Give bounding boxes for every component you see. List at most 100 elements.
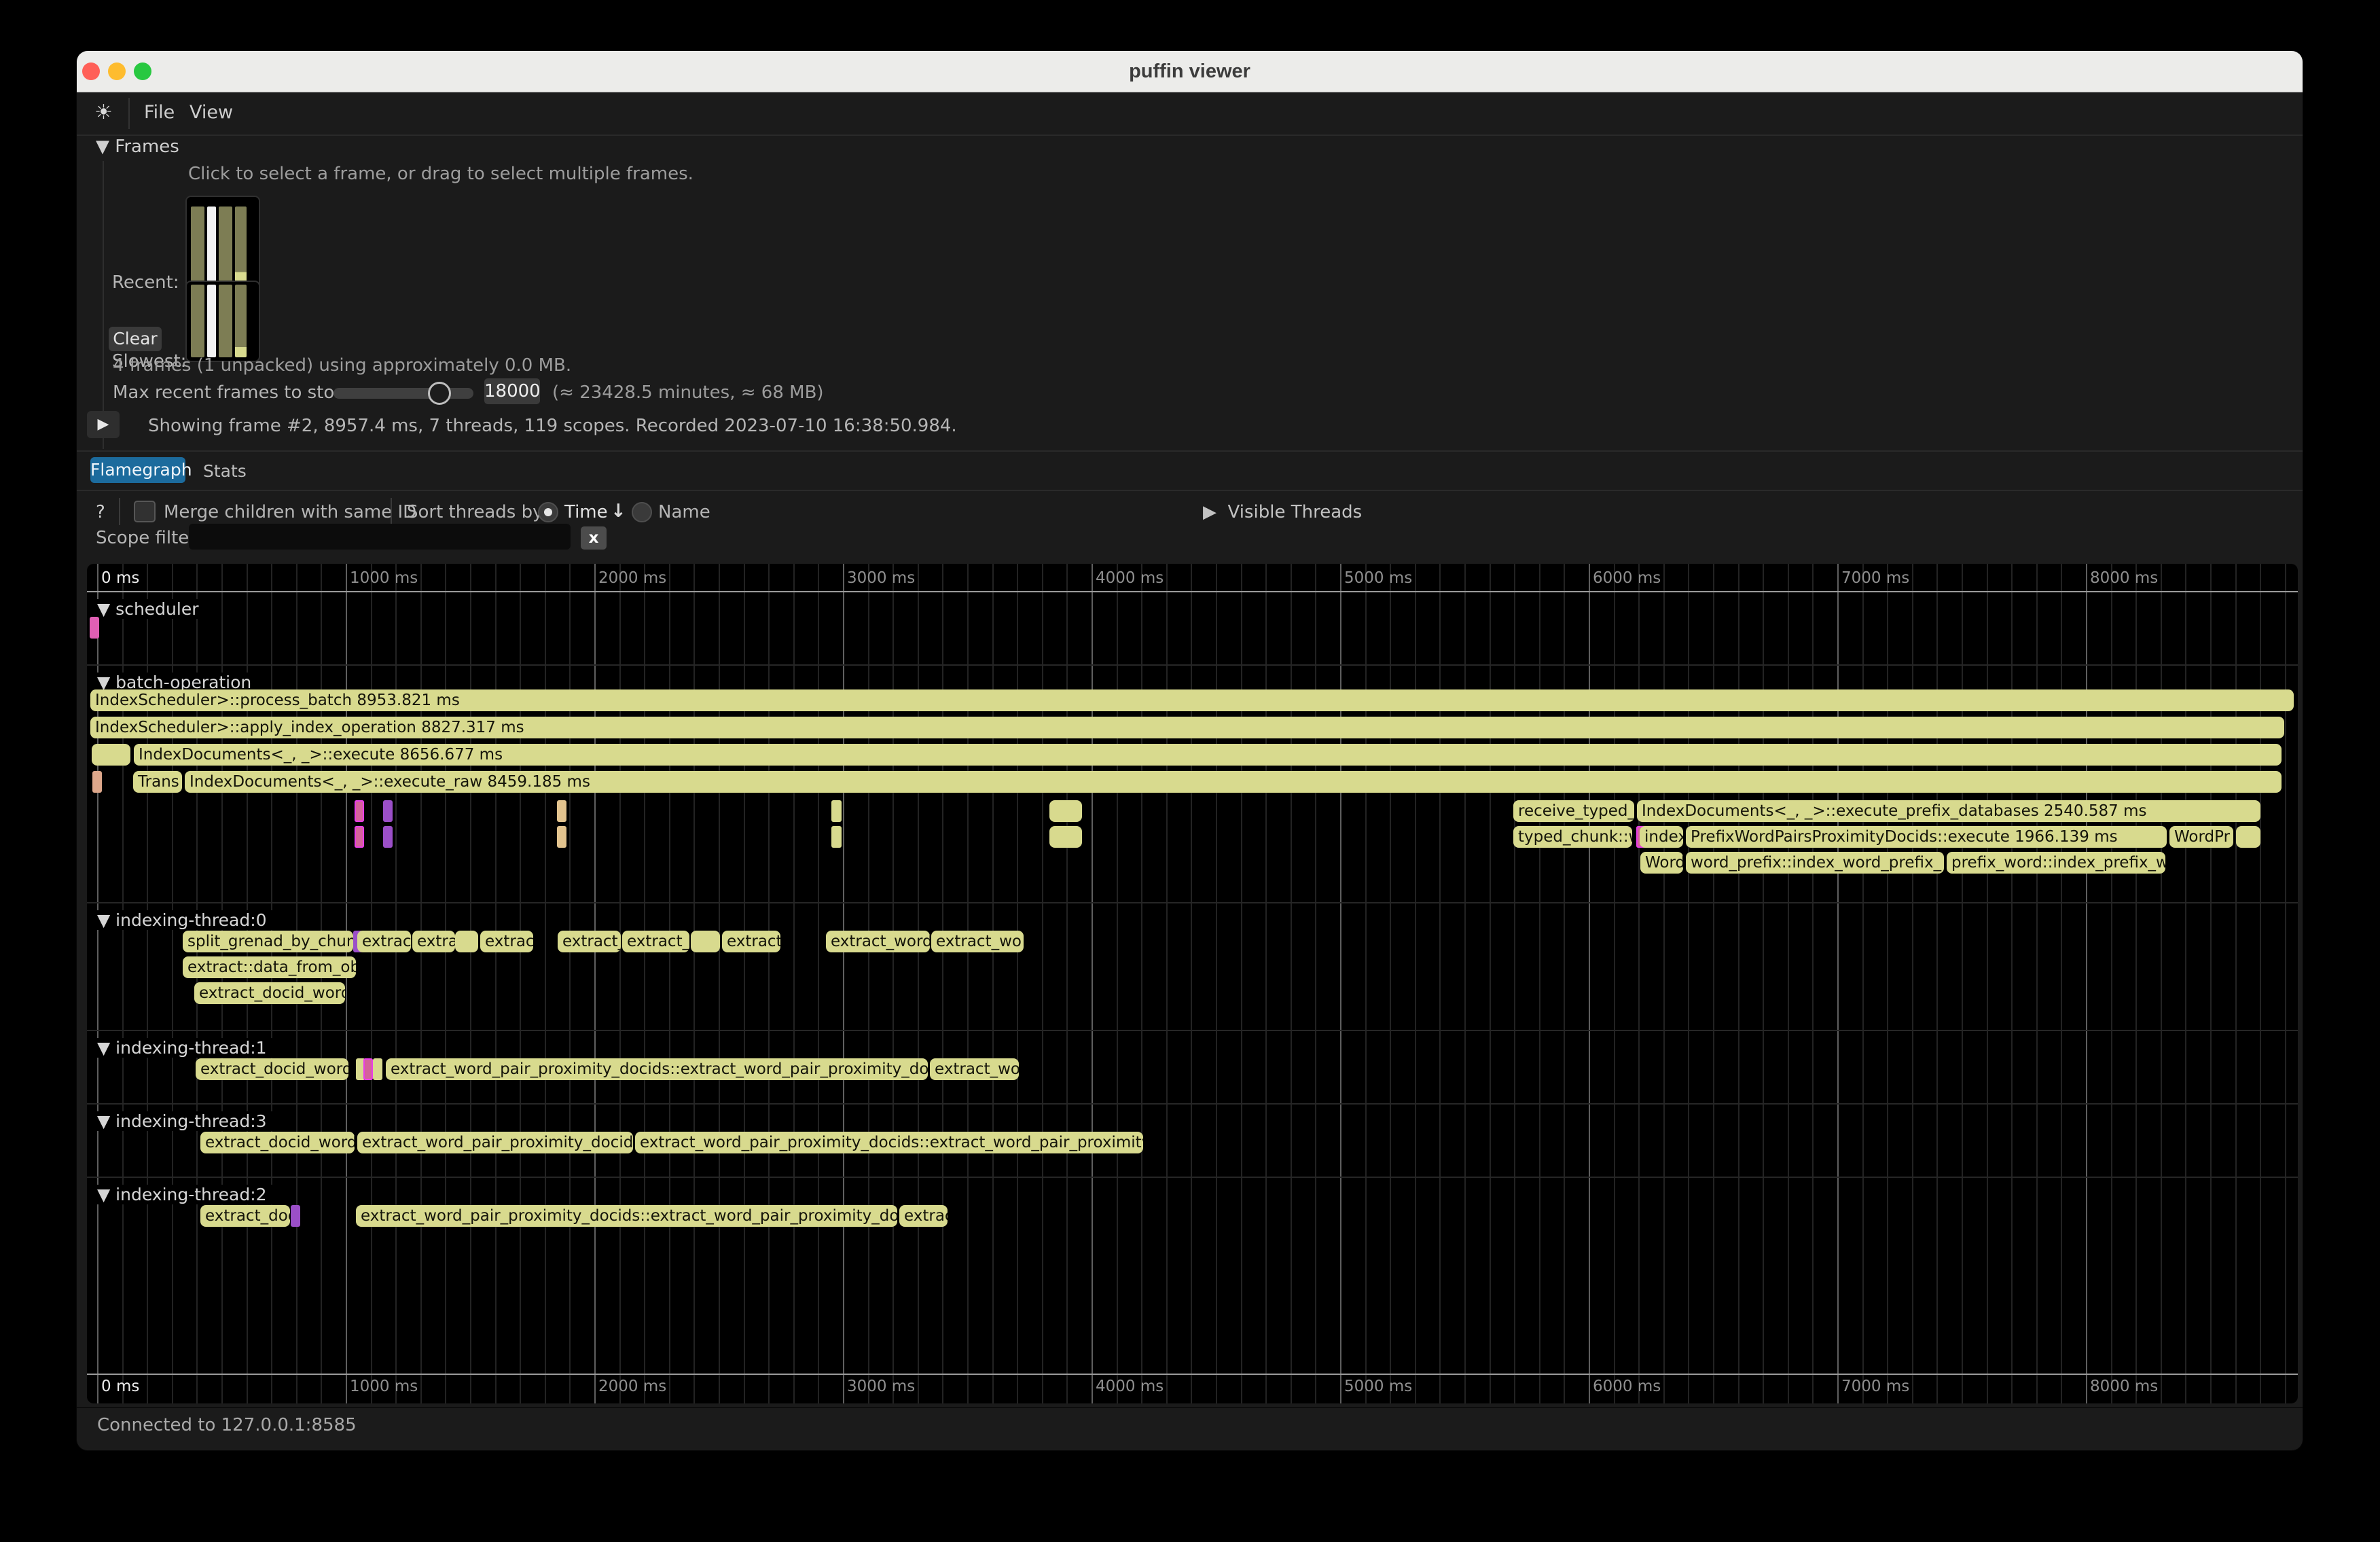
thread-header[interactable]: ▼ indexing-thread:0 xyxy=(96,910,272,930)
scope-bar[interactable]: word_prefix::index_word_prefix_ xyxy=(1686,852,1944,874)
scope-bar[interactable]: index xyxy=(1640,826,1683,848)
scope-bar[interactable]: extract_wo xyxy=(930,1058,1019,1080)
clear-frames-button[interactable]: Clear xyxy=(109,327,162,351)
scope-bar-small[interactable] xyxy=(455,931,478,952)
recent-frame-thumbnail[interactable] xyxy=(185,196,260,292)
tick-label: 7000 ms xyxy=(1841,569,1909,587)
slider-knob[interactable] xyxy=(428,382,451,405)
scope-bar-small[interactable] xyxy=(1049,800,1082,822)
scope-bar[interactable]: extract_ xyxy=(558,931,621,952)
tick-label: 4000 ms xyxy=(1096,569,1164,587)
scope-bar-small[interactable] xyxy=(291,1205,300,1227)
scope-bar-small[interactable] xyxy=(363,1058,373,1080)
scope-bar[interactable]: extract::data_from_ob xyxy=(183,956,356,978)
scope-bar[interactable]: extract_docid_word xyxy=(196,1058,348,1080)
scope-bar[interactable]: extract_word_pair_proximity_docids::extr… xyxy=(386,1058,928,1080)
scope-bar-small[interactable] xyxy=(92,771,102,793)
sort-time-radio[interactable] xyxy=(538,502,558,522)
scope-bar[interactable]: extract_word_pair_proximity_docids::extr… xyxy=(356,1205,897,1227)
scope-bar[interactable]: extract_word_pair_proximity_docids::extr… xyxy=(635,1132,1143,1153)
frame-bar-selected xyxy=(207,285,216,357)
menu-view[interactable]: View xyxy=(190,102,233,123)
scope-bar[interactable]: Trans xyxy=(133,771,182,793)
scope-bar[interactable]: PrefixWordPairsProximityDocids::execute … xyxy=(1686,826,2167,848)
thread-header[interactable]: ▼ indexing-thread:1 xyxy=(96,1038,272,1058)
scope-bar[interactable]: IndexScheduler>::process_batch 8953.821 … xyxy=(90,689,2294,711)
merge-children-checkbox[interactable] xyxy=(134,501,156,522)
scope-bar[interactable]: typed_chunk::w xyxy=(1513,826,1632,848)
tick-label: 3000 ms xyxy=(847,1378,915,1395)
scope-bar[interactable]: extract xyxy=(357,931,411,952)
sort-direction-arrow-icon[interactable]: ↓ xyxy=(611,501,626,522)
scope-bar[interactable]: IndexDocuments<_, _>::execute_raw 8459.1… xyxy=(185,771,2282,793)
play-pause-button[interactable]: ▶ xyxy=(87,411,120,438)
tab-stats[interactable]: Stats xyxy=(203,461,247,481)
scope-bar[interactable]: extra xyxy=(412,931,455,952)
max-frames-value[interactable]: 18000 xyxy=(484,378,540,404)
thread-header[interactable]: ▼ indexing-thread:3 xyxy=(96,1111,272,1131)
scope-bar[interactable]: IndexDocuments<_, _>::execute 8656.677 m… xyxy=(134,744,2282,766)
scope-bar[interactable]: extract_wo xyxy=(931,931,1024,952)
scope-bar-small[interactable] xyxy=(355,826,364,848)
scope-bar[interactable]: IndexDocuments<_, _>::execute_prefix_dat… xyxy=(1637,800,2260,822)
scope-bar[interactable]: extrac xyxy=(480,931,533,952)
scope-bar[interactable]: receive_typed_ xyxy=(1513,800,1634,822)
scope-bar-small[interactable] xyxy=(1049,826,1082,848)
showing-frame-info: Showing frame #2, 8957.4 ms, 7 threads, … xyxy=(148,416,957,436)
radio-dot xyxy=(544,508,552,516)
slowest-frame-thumbnail[interactable] xyxy=(185,281,260,362)
tick-label: 7000 ms xyxy=(1841,1378,1909,1395)
window-title: puffin viewer xyxy=(77,51,2303,92)
scope-bar[interactable]: extract_word_pair_proximity_docids xyxy=(357,1132,633,1153)
scope-bar-small[interactable] xyxy=(373,1058,382,1080)
menu-separator xyxy=(128,98,130,129)
scope-bar-small[interactable] xyxy=(831,826,842,848)
timeline-top-rule xyxy=(87,591,2298,592)
sort-time-label[interactable]: Time xyxy=(564,502,608,522)
frames-section-header[interactable]: ▼ Frames xyxy=(96,137,179,157)
scope-bar[interactable]: Word xyxy=(1640,852,1683,874)
scope-bar-small[interactable] xyxy=(831,800,842,822)
sort-name-radio[interactable] xyxy=(632,502,652,522)
flamegraph-canvas[interactable]: 0 ms0 ms1000 ms1000 ms2000 ms2000 ms3000… xyxy=(87,564,2298,1403)
thread-header[interactable]: ▼ indexing-thread:2 xyxy=(96,1185,272,1204)
scope-bar-small[interactable] xyxy=(383,800,393,822)
scope-bar[interactable]: extrac xyxy=(899,1205,948,1227)
clear-filter-button[interactable]: x xyxy=(581,526,607,550)
scope-bar[interactable]: split_grenad_by_chun xyxy=(183,931,353,952)
sort-name-label[interactable]: Name xyxy=(658,502,710,522)
scope-bar[interactable]: extract_word xyxy=(826,931,930,952)
separator xyxy=(77,1407,2303,1408)
scope-bar-small[interactable] xyxy=(691,931,720,952)
thread-header[interactable]: ▼ scheduler xyxy=(96,599,204,619)
tab-flamegraph[interactable]: Flamegraph xyxy=(90,457,185,483)
visible-threads-header[interactable]: ▶ Visible Threads xyxy=(1203,502,1362,522)
frame-bar xyxy=(191,285,204,357)
scope-bar[interactable]: extract_docid_word xyxy=(194,982,345,1004)
separator xyxy=(77,450,2303,452)
collapse-triangle-icon: ▶ xyxy=(1203,502,1216,522)
scope-bar[interactable]: IndexScheduler>::apply_index_operation 8… xyxy=(90,717,2284,738)
help-button[interactable]: ? xyxy=(96,502,105,522)
scope-bar-small[interactable] xyxy=(2236,826,2260,848)
scope-bar-small[interactable] xyxy=(92,744,130,766)
menu-file[interactable]: File xyxy=(144,102,175,123)
scope-bar[interactable]: extract xyxy=(722,931,780,952)
tick-label: 8000 ms xyxy=(2090,569,2158,587)
scope-bar[interactable]: extract_ xyxy=(622,931,689,952)
scope-filter-input[interactable] xyxy=(189,524,571,550)
frame-bar-selected xyxy=(207,207,216,283)
tick-label: 5000 ms xyxy=(1344,569,1412,587)
scope-bar[interactable]: prefix_word::index_prefix_wo xyxy=(1947,852,2165,874)
scope-bar-small[interactable] xyxy=(557,800,566,822)
scope-bar[interactable]: WordPr xyxy=(2169,826,2233,848)
scope-bar-small[interactable] xyxy=(355,800,364,822)
scope-bar[interactable]: extract_docid_word xyxy=(200,1132,355,1153)
scope-bar-small[interactable] xyxy=(90,617,99,639)
theme-toggle-icon[interactable]: ☀ xyxy=(94,101,113,124)
scope-bar-small[interactable] xyxy=(383,826,393,848)
scope-bar-small[interactable] xyxy=(557,826,566,848)
frame-bar xyxy=(219,285,232,357)
scope-bar[interactable]: extract_doc xyxy=(200,1205,290,1227)
max-frames-slider[interactable] xyxy=(333,388,473,399)
